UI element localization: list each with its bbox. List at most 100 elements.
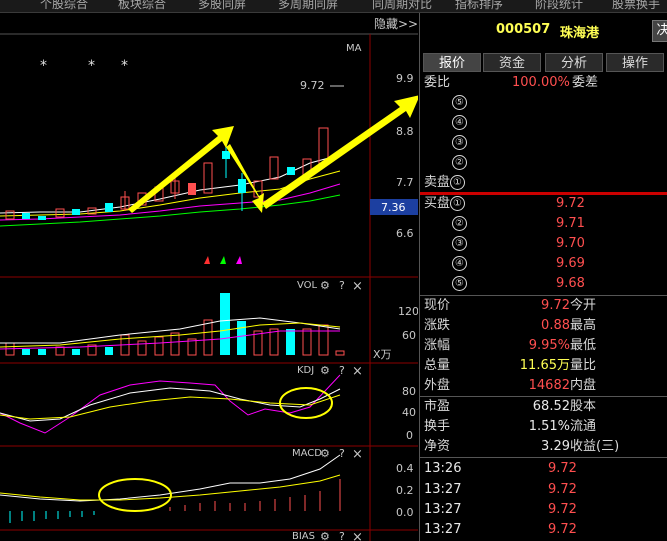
tab-analysis[interactable]: 分析	[545, 53, 603, 72]
weibi-value: 100.00%	[512, 75, 570, 90]
sell-level-4: ④	[452, 113, 467, 133]
macd-tick: 0.4	[396, 462, 414, 475]
candle-down	[238, 179, 246, 193]
buy-level-1[interactable]: 买盘 ① 9.72	[424, 194, 664, 214]
tab-operations[interactable]: 操作	[606, 53, 664, 72]
candle-down	[38, 216, 46, 220]
buy-level-4[interactable]: ④ 9.69	[452, 254, 664, 274]
triangle-marker	[204, 256, 210, 264]
buy-level-2[interactable]: ② 9.71	[452, 214, 664, 234]
candle-up	[188, 183, 196, 195]
tab-stock-overview[interactable]: 个股综合	[40, 0, 88, 12]
stat-row: 现价 9.72 今开	[424, 298, 597, 313]
stat-row: 总量 11.65万 量比	[424, 358, 597, 373]
kdj-k-line	[0, 387, 341, 422]
tab-multi-period[interactable]: 多周期同屏	[278, 0, 338, 12]
gear-icon[interactable]: ⚙	[320, 364, 330, 377]
weibi-label: 委比	[424, 75, 451, 90]
quote-panel: 000507 珠海港 决 报价 资金 分析 操作 委比 100.00% 委差 ⑤…	[419, 13, 667, 541]
candle-down	[222, 151, 230, 159]
action-button[interactable]: 决	[652, 20, 667, 42]
tab-indicator-sort[interactable]: 指标排序	[455, 0, 503, 12]
tick-row: 13:27 9.72	[424, 482, 577, 497]
candle-up	[55, 208, 65, 218]
ma60-line	[0, 194, 341, 227]
help-icon[interactable]: ?	[339, 279, 345, 292]
sell-level-3: ③	[452, 133, 467, 153]
sell-level-2: ②	[452, 153, 467, 173]
volume-bars	[5, 293, 345, 356]
close-icon[interactable]: ×	[352, 530, 363, 541]
gear-icon[interactable]: ⚙	[320, 447, 330, 460]
tab-funds[interactable]: 资金	[483, 53, 541, 72]
tab-sector-overview[interactable]: 板块综合	[118, 0, 166, 12]
stat-row: 净资 3.29 收益(三)	[424, 439, 620, 454]
buy-price: 9.69	[556, 256, 585, 271]
gear-icon[interactable]: ⚙	[320, 279, 330, 292]
buy-level-5[interactable]: ⑤ 9.68	[452, 274, 664, 294]
kdj-tick: 80	[402, 385, 416, 398]
hide-button[interactable]: 隐藏>>	[374, 17, 418, 31]
tick-row: 13:27 9.72	[424, 522, 577, 537]
close-icon[interactable]: ×	[352, 447, 363, 462]
candle-down	[72, 209, 80, 215]
stat-row: 涨跌 0.88 最高	[424, 318, 597, 333]
candle-down	[22, 213, 30, 219]
gear-icon[interactable]: ⚙	[320, 530, 330, 541]
price-tick: 9.9	[396, 72, 414, 85]
kdj-tick: 40	[402, 406, 416, 419]
vol-tick: 60	[402, 329, 416, 342]
tab-multi-stock[interactable]: 多股同屏	[198, 0, 246, 12]
vol-label: VOL	[297, 280, 318, 291]
close-icon[interactable]: ×	[352, 364, 363, 379]
sell-label: 卖盘	[424, 175, 451, 190]
price-tick: 8.8	[396, 125, 414, 138]
candle-down	[287, 167, 295, 175]
stat-row: 市盈 68.52 股本	[424, 399, 597, 414]
tab-same-period[interactable]: 同周期对比	[372, 0, 432, 12]
stock-header: 000507 珠海港 决	[420, 13, 667, 49]
stock-name: 珠海港	[560, 26, 600, 41]
buy-price: 9.72	[556, 196, 585, 211]
candle-down	[105, 203, 113, 212]
tab-quote[interactable]: 报价	[423, 53, 481, 72]
current-price-label: 7.36	[381, 201, 406, 214]
signal-star: *	[88, 58, 95, 74]
divider	[420, 457, 667, 458]
buy-price: 9.68	[556, 276, 585, 291]
kdj-tick: 0	[406, 429, 413, 442]
macd-label: MACD	[292, 448, 322, 459]
kdj-label: KDJ	[297, 365, 314, 376]
vol-unit: X万	[373, 348, 392, 361]
weicha-label: 委差	[572, 75, 599, 90]
arrow-up-left	[128, 126, 234, 213]
weibi-row: 委比 100.00% 委差	[424, 73, 664, 93]
macd-tick: 0.0	[396, 506, 414, 519]
arrow-up-right	[262, 95, 418, 209]
stock-code: 000507	[496, 22, 551, 37]
tick-row: 13:26 9.72	[424, 461, 577, 476]
tab-stage-stats[interactable]: 阶段统计	[535, 0, 583, 12]
price-tick: 7.7	[396, 176, 414, 189]
ma-label: MA	[346, 43, 362, 54]
annotation-circle	[279, 387, 333, 419]
tab-turnover[interactable]: 股票换手	[612, 0, 660, 12]
candlesticks	[5, 127, 329, 220]
sell-level-1: 卖盘 ①	[424, 173, 466, 193]
price-tick: 6.6	[396, 227, 414, 240]
help-icon[interactable]: ?	[339, 447, 345, 460]
candle-up	[269, 156, 279, 180]
stat-row: 换手 1.51% 流通	[424, 419, 597, 434]
top-tab-bar: 个股综合 板块综合 多股同屏 多周期同屏 同周期对比 指标排序 阶段统计 股票换…	[0, 0, 667, 13]
vol-tick: 120	[398, 305, 418, 318]
buy-price: 9.70	[556, 236, 585, 251]
buy-price: 9.71	[556, 216, 585, 231]
buy-level-3[interactable]: ③ 9.70	[452, 234, 664, 254]
signal-star: *	[40, 58, 47, 74]
macd-tick: 0.2	[396, 484, 414, 497]
close-icon[interactable]: ×	[352, 279, 363, 294]
triangle-marker	[220, 256, 226, 264]
chart-area[interactable]: 隐藏>> MA * * * 9.9 8.8 7.7 6.6 7.36 9.72	[0, 13, 418, 541]
help-icon[interactable]: ?	[339, 530, 345, 541]
buy-label: 买盘	[424, 196, 451, 211]
